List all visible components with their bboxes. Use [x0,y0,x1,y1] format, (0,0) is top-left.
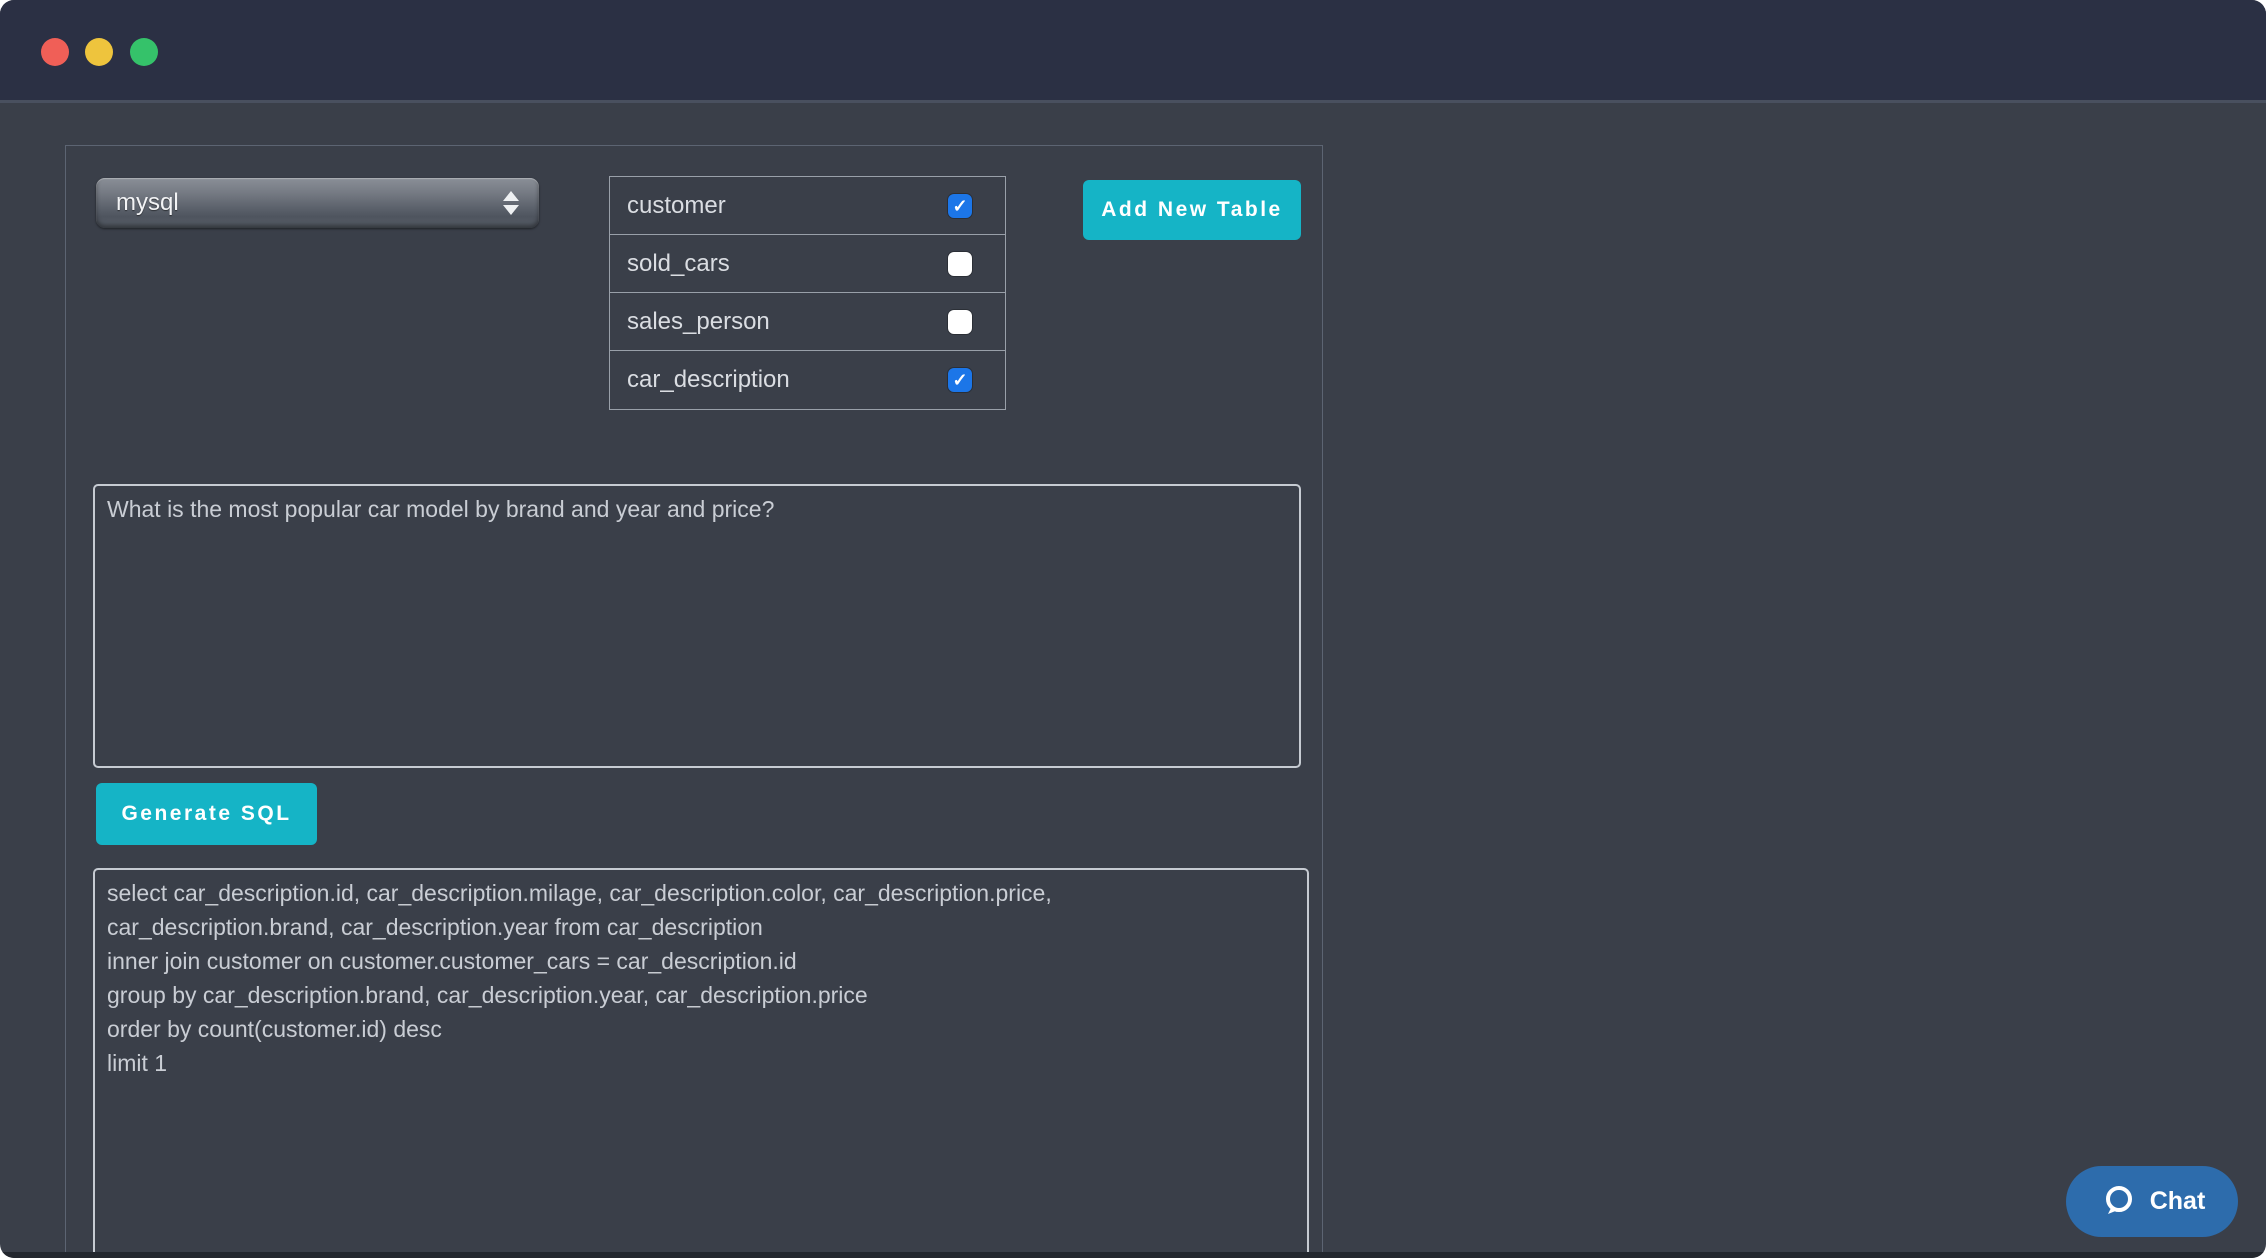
sql-output[interactable]: select car_description.id, car_descripti… [93,868,1309,1258]
table-checkbox[interactable]: ✓ [948,252,972,276]
titlebar [0,0,2266,103]
chat-button-label: Chat [2150,1187,2206,1216]
check-icon: ✓ [952,197,967,215]
table-name: customer [627,192,726,220]
table-name: sold_cars [627,250,730,278]
table-row: customer ✓ [610,177,1005,235]
table-row: sold_cars ✓ [610,235,1005,293]
traffic-light-zoom-icon[interactable] [130,38,158,66]
chat-button[interactable]: Chat [2066,1166,2238,1237]
table-name: sales_person [627,308,770,336]
traffic-light-close-icon[interactable] [41,38,69,66]
table-checkbox[interactable]: ✓ [948,310,972,334]
tables-list: customer ✓ sold_cars ✓ sales_person ✓ ca… [609,176,1006,410]
app-window: mysql customer ✓ sold_cars ✓ sales_perso… [0,0,2266,1258]
table-name: car_description [627,366,790,394]
database-select-value: mysql [116,189,179,217]
table-row: sales_person ✓ [610,293,1005,351]
traffic-light-minimize-icon[interactable] [85,38,113,66]
add-new-table-button[interactable]: Add New Table [1083,180,1301,240]
check-icon: ✓ [952,371,967,389]
database-select[interactable]: mysql [96,178,539,228]
chat-bubble-icon [2099,1183,2137,1221]
table-checkbox[interactable]: ✓ [948,194,972,218]
generate-sql-button[interactable]: Generate SQL [96,783,317,845]
table-checkbox[interactable]: ✓ [948,368,972,392]
question-input[interactable]: What is the most popular car model by br… [93,484,1301,768]
table-row: car_description ✓ [610,351,1005,409]
main-panel: mysql customer ✓ sold_cars ✓ sales_perso… [65,145,1323,1258]
window-bottom-edge [0,1252,2266,1258]
select-updown-arrows-icon [503,178,519,228]
